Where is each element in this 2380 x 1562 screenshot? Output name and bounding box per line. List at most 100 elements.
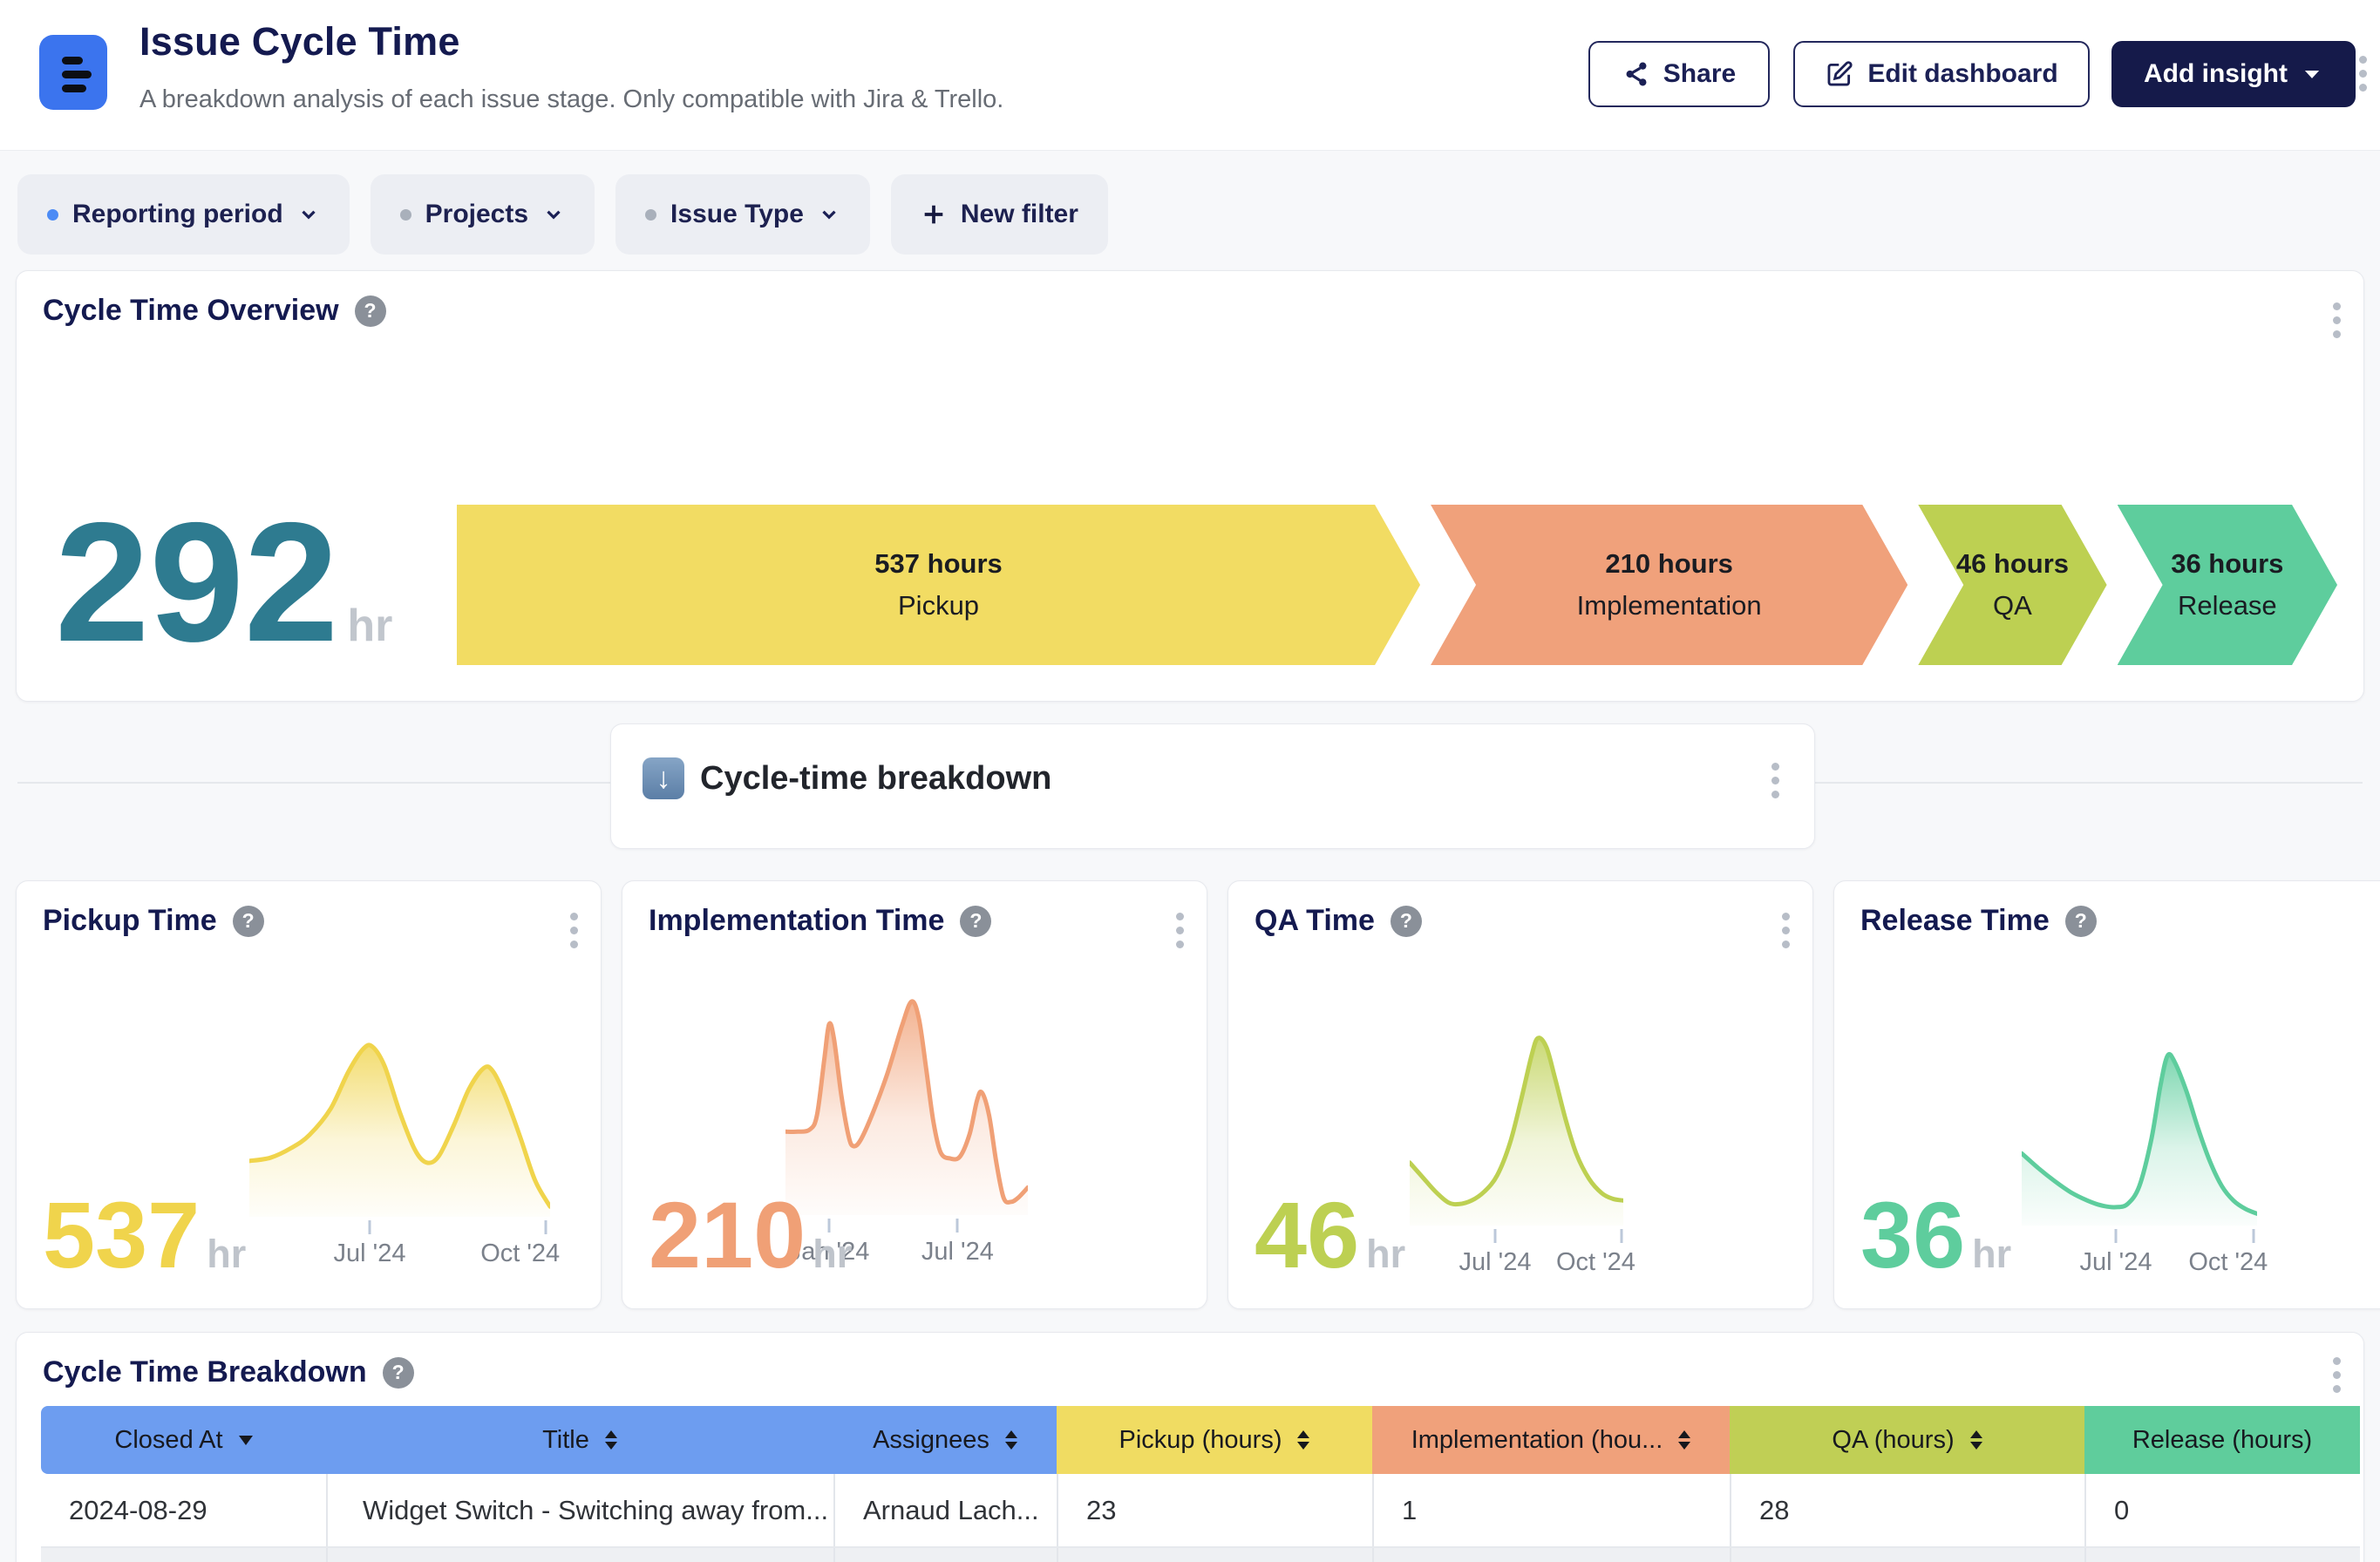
cycle-funnel-chart: 537 hoursPickup210 hoursImplementation46… bbox=[457, 505, 2337, 665]
axis-tick-mark bbox=[2115, 1229, 2118, 1243]
qa-value: 46 hr bbox=[1255, 1195, 1405, 1277]
column-header-label: Release (hours) bbox=[2132, 1426, 2312, 1455]
page-subtitle: A breakdown analysis of each issue stage… bbox=[139, 85, 1003, 114]
help-icon[interactable]: ? bbox=[355, 295, 386, 327]
funnel-stage-hours: 36 hours bbox=[2171, 548, 2283, 580]
release-time-card: Release Time ? Jul '24Oct '24 36 hr bbox=[1833, 880, 2380, 1309]
qa-time-card: QA Time ? Jul '24Oct '24 46 hr bbox=[1227, 880, 1813, 1309]
axis-tick-label: Oct '24 bbox=[1556, 1248, 1635, 1277]
pickup-time-kebab-icon[interactable] bbox=[570, 913, 578, 948]
table-cell: 0 bbox=[2084, 1474, 2360, 1546]
table-cell: 28 bbox=[1730, 1474, 2084, 1546]
plus-icon bbox=[921, 201, 947, 228]
qa-x-axis: Jul '24Oct '24 bbox=[1410, 1227, 1623, 1288]
column-header-label: Closed At bbox=[114, 1426, 222, 1455]
implementation-time-title: Implementation Time bbox=[649, 904, 944, 938]
axis-tick-mark bbox=[956, 1219, 959, 1233]
table-row[interactable]: 2024-08-29Widget Switch - Switching away… bbox=[41, 1474, 2360, 1546]
table-cell: 1 bbox=[1372, 1474, 1730, 1546]
overview-total: 292 hr bbox=[55, 511, 392, 655]
axis-tick-label: Jul '24 bbox=[334, 1239, 406, 1268]
axis-tick-label: Jul '24 bbox=[1459, 1248, 1532, 1277]
sort-icon bbox=[605, 1430, 617, 1450]
share-button-label: Share bbox=[1663, 59, 1736, 89]
axis-tick-mark bbox=[544, 1220, 547, 1234]
help-icon[interactable]: ? bbox=[1391, 906, 1422, 937]
funnel-stage-name: Pickup bbox=[898, 590, 979, 621]
axis-tick-label: Jul '24 bbox=[921, 1238, 994, 1267]
filter-pill-issue-type[interactable]: Issue Type bbox=[615, 174, 870, 255]
filter-pill-label: Reporting period bbox=[72, 200, 283, 229]
funnel-stage-implementation: 210 hoursImplementation bbox=[1431, 505, 1907, 665]
filter-pill-reporting-period[interactable]: Reporting period bbox=[17, 174, 350, 255]
pickup-value: 537 hr bbox=[43, 1195, 246, 1277]
column-header-qa-hours[interactable]: QA (hours) bbox=[1730, 1406, 2084, 1474]
qa-sparkline-chart bbox=[1410, 1029, 1623, 1226]
release-value-unit: hr bbox=[1972, 1232, 2011, 1277]
pickup-value-number: 537 bbox=[43, 1195, 200, 1275]
filter-pill-label: Issue Type bbox=[670, 200, 804, 229]
implementation-value-number: 210 bbox=[649, 1195, 806, 1275]
axis-tick-mark bbox=[2252, 1229, 2254, 1243]
column-header-implementation-hou[interactable]: Implementation (hou... bbox=[1372, 1406, 1730, 1474]
new-filter-button[interactable]: New filter bbox=[891, 174, 1108, 255]
qa-time-kebab-icon[interactable] bbox=[1782, 913, 1790, 948]
column-header-closed-at[interactable]: Closed At bbox=[41, 1406, 326, 1474]
filter-pill-projects[interactable]: Projects bbox=[371, 174, 595, 255]
overview-total-unit: hr bbox=[347, 600, 392, 652]
add-insight-button[interactable]: Add insight bbox=[2111, 41, 2356, 107]
funnel-stage-name: QA bbox=[1993, 590, 2032, 621]
axis-tick-label: Jul '24 bbox=[2080, 1248, 2152, 1277]
cycle-time-breakdown-note-card: ↓ Cycle-time breakdown bbox=[610, 723, 1815, 849]
funnel-stage-qa: 46 hoursQA bbox=[1918, 505, 2106, 665]
implementation-value-unit: hr bbox=[813, 1232, 852, 1277]
help-icon[interactable]: ? bbox=[960, 906, 991, 937]
edit-dashboard-button[interactable]: Edit dashboard bbox=[1793, 41, 2090, 107]
sort-icon bbox=[1678, 1430, 1690, 1450]
column-header-pickup-hours[interactable]: Pickup (hours) bbox=[1057, 1406, 1372, 1474]
axis-tick-label: Oct '24 bbox=[480, 1239, 560, 1268]
share-button[interactable]: Share bbox=[1588, 41, 1770, 107]
sort-icon bbox=[1970, 1430, 1982, 1450]
qa-value-unit: hr bbox=[1366, 1232, 1405, 1277]
pickup-time-title: Pickup Time bbox=[43, 904, 217, 938]
filter-bar: Reporting period Projects Issue Type New f… bbox=[17, 174, 1108, 255]
release-sparkline-chart bbox=[2022, 1047, 2257, 1226]
release-value: 36 hr bbox=[1860, 1195, 2011, 1277]
column-header-label: Pickup (hours) bbox=[1119, 1426, 1282, 1455]
dashboard-page: Issue Cycle Time A breakdown analysis of… bbox=[0, 0, 2380, 1562]
column-header-title[interactable]: Title bbox=[326, 1406, 833, 1474]
help-icon[interactable]: ? bbox=[2065, 906, 2097, 937]
column-header-label: Implementation (hou... bbox=[1411, 1426, 1663, 1455]
release-value-number: 36 bbox=[1860, 1195, 1965, 1275]
axis-tick-mark bbox=[1620, 1229, 1622, 1243]
qa-value-number: 46 bbox=[1255, 1195, 1359, 1275]
table-cell: Widget Switch - Switching away from... bbox=[326, 1474, 833, 1546]
help-icon[interactable]: ? bbox=[233, 906, 264, 937]
page-menu-kebab-icon[interactable] bbox=[2359, 56, 2367, 92]
table-cell bbox=[326, 1548, 833, 1562]
table-row[interactable] bbox=[41, 1546, 2360, 1562]
overview-kebab-icon[interactable] bbox=[2333, 302, 2341, 338]
edit-icon bbox=[1825, 59, 1854, 89]
column-header-label: QA (hours) bbox=[1832, 1426, 1954, 1455]
overview-total-value: 292 bbox=[55, 511, 338, 655]
column-header-release-hours[interactable]: Release (hours) bbox=[2084, 1406, 2360, 1474]
implementation-time-kebab-icon[interactable] bbox=[1176, 913, 1184, 948]
axis-tick-mark bbox=[1494, 1229, 1497, 1243]
column-header-assignees[interactable]: Assignees bbox=[833, 1406, 1057, 1474]
table-cell bbox=[1057, 1548, 1372, 1562]
axis-tick-mark bbox=[369, 1220, 371, 1234]
table-cell bbox=[41, 1548, 326, 1562]
pickup-sparkline-chart bbox=[249, 1038, 550, 1217]
table-header-row: Closed At Title Assignees Pickup (hours) Imp… bbox=[41, 1406, 2360, 1474]
help-icon[interactable]: ? bbox=[383, 1357, 414, 1389]
breakdown-note-kebab-icon[interactable] bbox=[1771, 763, 1779, 798]
implementation-sparkline-chart bbox=[785, 993, 1028, 1215]
table-kebab-icon[interactable] bbox=[2333, 1357, 2341, 1393]
release-x-axis: Jul '24Oct '24 bbox=[2022, 1227, 2257, 1288]
chevron-down-icon bbox=[297, 203, 320, 226]
filter-dot-icon bbox=[400, 209, 411, 221]
column-header-label: Title bbox=[542, 1426, 589, 1455]
funnel-stage-name: Implementation bbox=[1577, 590, 1762, 621]
